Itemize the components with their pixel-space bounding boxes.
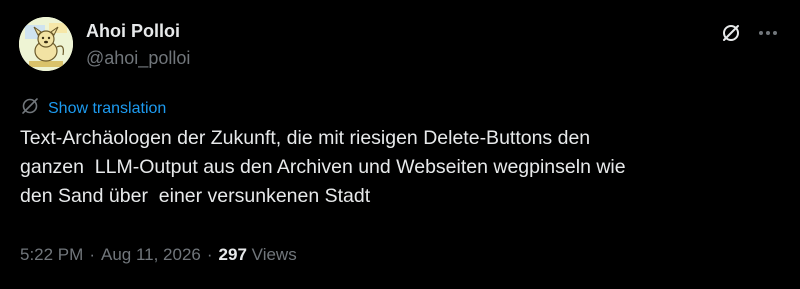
tweet-card: Ahoi Polloi @ahoi_polloi Show translatio… bbox=[0, 0, 800, 289]
top-actions bbox=[720, 22, 778, 44]
more-horizontal-icon[interactable] bbox=[758, 30, 778, 36]
show-translation-button[interactable]: Show translation bbox=[20, 96, 166, 121]
tweet-text: Text-Archäologen der Zukunft, die mit ri… bbox=[20, 127, 626, 207]
tweet-date[interactable]: Aug 11, 2026 bbox=[101, 244, 201, 266]
author-info: Ahoi Polloi @ahoi_polloi bbox=[86, 20, 190, 69]
display-name[interactable]: Ahoi Polloi bbox=[86, 20, 190, 42]
tweet-meta: 5:22 PM · Aug 11, 2026 · 297 Views bbox=[20, 244, 297, 266]
meta-separator: · bbox=[206, 245, 213, 264]
user-handle[interactable]: @ahoi_polloi bbox=[86, 47, 190, 69]
views-label: Views bbox=[251, 245, 297, 264]
show-translation-label: Show translation bbox=[48, 99, 167, 117]
cartoon-dog-avatar-icon bbox=[19, 17, 73, 71]
meta-separator: · bbox=[89, 245, 95, 264]
globe-slash-icon bbox=[20, 96, 40, 121]
avatar[interactable] bbox=[19, 17, 73, 71]
tweet-time[interactable]: 5:22 PM bbox=[20, 244, 83, 266]
views-count[interactable]: 297 bbox=[219, 245, 247, 264]
grok-slash-circle-icon[interactable] bbox=[720, 22, 742, 44]
